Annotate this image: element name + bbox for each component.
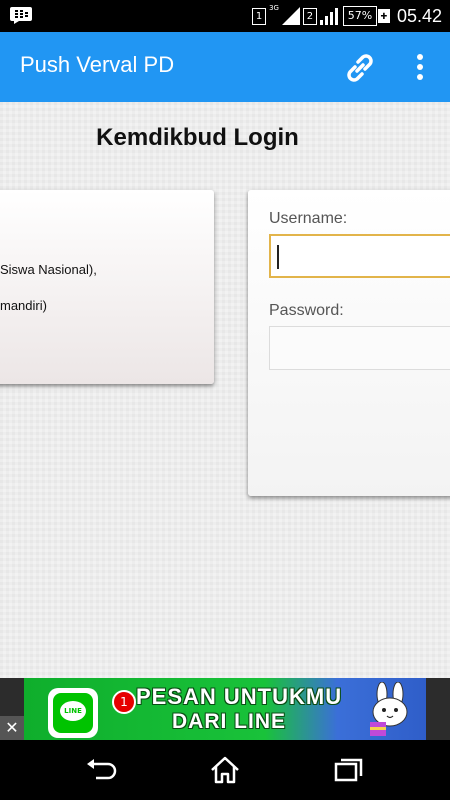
close-ad-button[interactable]: ✕	[0, 716, 24, 740]
battery-icon: 57% +	[342, 6, 390, 26]
back-icon[interactable]	[84, 754, 118, 786]
ad-headline-2: DARI LINE	[172, 710, 286, 733]
app-title: Push Verval PD	[20, 52, 175, 77]
notification-badge: 1	[112, 690, 136, 714]
overflow-menu-icon[interactable]	[406, 52, 434, 82]
username-label: Username:	[269, 210, 348, 227]
line-ad[interactable]: LINE 1 PESAN UNTUKMU DARI LINE	[24, 678, 426, 740]
info-line-2: mandiri)	[0, 298, 47, 313]
line-logo-text: LINE	[60, 701, 86, 721]
signal-icon	[281, 7, 300, 25]
text-cursor	[277, 245, 279, 269]
charging-icon: +	[377, 9, 390, 23]
password-field[interactable]	[269, 326, 450, 370]
battery-level: 57%	[342, 6, 377, 26]
link-icon[interactable]	[342, 50, 378, 86]
username-field[interactable]	[269, 234, 450, 278]
info-line-1: Siswa Nasional),	[0, 262, 97, 277]
line-app-icon: LINE 1	[48, 688, 136, 738]
navigation-bar	[0, 740, 450, 800]
ad-headline-1: PESAN UNTUKMU	[136, 684, 343, 709]
page-title: Kemdikbud Login	[96, 124, 299, 151]
login-content: Kemdikbud Login Siswa Nasional), mandiri…	[0, 102, 450, 678]
clock: 05.42	[396, 5, 442, 26]
sim2-icon: 2	[302, 7, 317, 25]
sim1-icon: 1	[252, 7, 267, 25]
recents-icon[interactable]	[332, 754, 366, 786]
login-card: Username: Password:	[248, 190, 450, 496]
bunny-mascot-icon	[370, 682, 408, 736]
ad-banner[interactable]: ✕ LINE 1 PESAN UNTUKMU DARI LINE	[0, 678, 450, 740]
info-card: Siswa Nasional), mandiri)	[0, 190, 214, 384]
password-label: Password:	[269, 302, 344, 319]
signal-icon-2	[319, 8, 338, 25]
home-icon[interactable]	[208, 754, 242, 786]
app-bar: Push Verval PD	[0, 32, 450, 102]
status-bar: 1 3G 2 57% + 05.42	[0, 0, 450, 32]
bbm-notification-icon	[10, 7, 32, 24]
network-type: 3G	[269, 4, 279, 12]
